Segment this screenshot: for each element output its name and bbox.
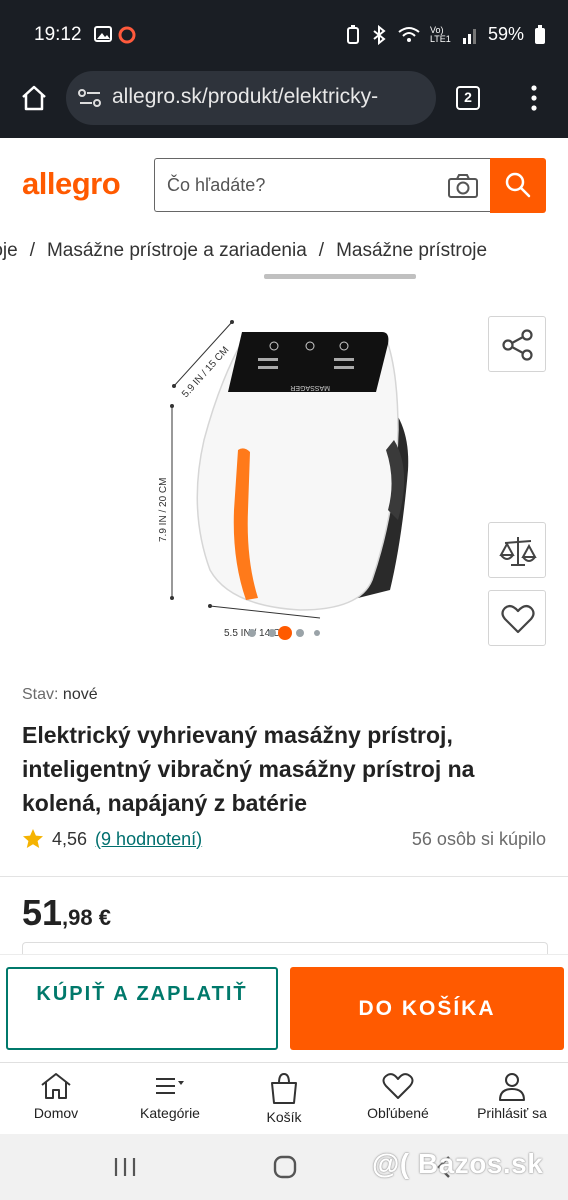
search-button[interactable]	[490, 158, 546, 213]
wifi-icon	[398, 26, 420, 42]
camera-icon[interactable]	[447, 173, 479, 199]
share-button[interactable]	[488, 316, 546, 372]
recents-icon[interactable]	[112, 1156, 138, 1178]
add-to-cart-button[interactable]: DO KOŠÍKA	[290, 967, 564, 1050]
gallery-dot[interactable]	[314, 630, 320, 636]
product-image[interactable]: 5.9 IN / 15 CM 7.9 IN / 20 CM 5.5 IN / 1…	[150, 310, 430, 640]
favorite-button[interactable]	[488, 590, 546, 646]
buy-now-button[interactable]: KÚPIŤ A ZAPLATIŤ	[6, 967, 278, 1050]
network-type: Vo) LTE1	[429, 24, 451, 44]
search-placeholder: Čo hľadáte?	[167, 175, 266, 195]
reviews-link[interactable]: (9 hodnotení)	[95, 829, 202, 850]
nav-label: Prihlásiť sa	[477, 1105, 547, 1121]
price-main: 51	[22, 892, 63, 933]
gallery-dot[interactable]	[268, 629, 276, 637]
breadcrumb-item[interactable]: roje	[0, 240, 18, 261]
breadcrumb-scrollbar[interactable]	[264, 274, 416, 279]
device-label: MASSAGER	[290, 384, 330, 391]
breadcrumb-item[interactable]: Masážne prístroje a zariadenia	[47, 240, 307, 261]
scales-icon	[499, 537, 537, 566]
price-cents: ,98 €	[62, 905, 111, 930]
home-button-icon[interactable]	[272, 1154, 298, 1180]
url-text: allegro.sk/produkt/elektricky-	[112, 85, 379, 108]
url-bar[interactable]: allegro.sk/produkt/elektricky-	[66, 71, 436, 125]
bottom-navigation: Domov Kategórie Košík Obľúbené Prihlásiť…	[0, 1062, 568, 1135]
nav-home[interactable]: Domov	[6, 1071, 106, 1121]
more-menu-icon[interactable]	[526, 84, 542, 112]
purchase-bar: KÚPIŤ A ZAPLATIŤ DO KOŠÍKA	[0, 954, 568, 1063]
cart-icon	[271, 1072, 297, 1104]
battery-percent: 59%	[487, 24, 524, 44]
share-icon	[502, 329, 533, 361]
gallery-dot[interactable]	[296, 629, 304, 637]
battery-saver-icon	[346, 24, 359, 44]
battery-icon	[535, 24, 545, 44]
record-icon	[118, 26, 136, 44]
home-icon	[41, 1073, 71, 1099]
heart-icon	[501, 604, 535, 634]
rating-value: 4,56	[52, 828, 88, 849]
nav-label: Košík	[266, 1109, 302, 1125]
gallery-icon	[94, 26, 112, 42]
breadcrumb-item[interactable]: Masážne prístroje	[336, 240, 487, 261]
status-right: Vo) LTE1 59%	[346, 24, 546, 45]
product-title: Elektrický vyhrievaný masážny prístroj, …	[22, 722, 475, 816]
signal-icon	[462, 28, 476, 44]
nav-categories[interactable]: Kategórie	[120, 1071, 220, 1121]
status-time: 19:12	[34, 24, 82, 45]
condition: Stav: nové	[22, 686, 98, 704]
breadcrumb: roje/Masážne prístroje a zariadenia/Masá…	[0, 240, 568, 270]
allegro-logo[interactable]: allegro	[22, 166, 121, 202]
status-bar: 19:12 Vo) LTE1 59%	[0, 0, 568, 62]
star-icon	[23, 829, 43, 848]
nav-label: Kategórie	[140, 1105, 200, 1121]
browser-toolbar: allegro.sk/produkt/elektricky- 2	[0, 62, 568, 138]
bluetooth-icon	[373, 24, 386, 45]
site-settings-icon[interactable]	[78, 88, 102, 108]
search-icon	[505, 172, 531, 198]
home-icon[interactable]	[20, 84, 48, 112]
gallery-pagination	[228, 626, 328, 640]
rating: 4,56 (9 hodnotení)	[22, 828, 202, 850]
gallery-dot-active[interactable]	[278, 626, 292, 640]
divider	[0, 876, 568, 877]
nav-favorites[interactable]: Obľúbené	[348, 1071, 448, 1121]
categories-icon	[156, 1078, 184, 1094]
user-icon	[499, 1073, 525, 1101]
search-input[interactable]: Čo hľadáte?	[154, 158, 490, 212]
gallery-dot[interactable]	[248, 629, 256, 637]
nav-login[interactable]: Prihlásiť sa	[462, 1071, 562, 1121]
heart-icon	[382, 1073, 414, 1099]
tab-switcher-button[interactable]: 2	[456, 86, 480, 110]
condition-value: nové	[62, 686, 98, 703]
price: 51,98 €	[22, 892, 111, 934]
dimension-side-label: 7.9 IN / 20 CM	[158, 478, 169, 542]
bazos-watermark: @( Bazos.sk	[372, 1148, 544, 1179]
nav-label: Domov	[33, 1105, 79, 1121]
nav-label: Obľúbené	[367, 1105, 429, 1121]
condition-label: Stav:	[22, 686, 59, 703]
nav-cart[interactable]: Košík	[234, 1071, 334, 1125]
compare-button[interactable]	[488, 522, 546, 578]
purchase-count: 56 osôb si kúpilo	[411, 829, 546, 849]
